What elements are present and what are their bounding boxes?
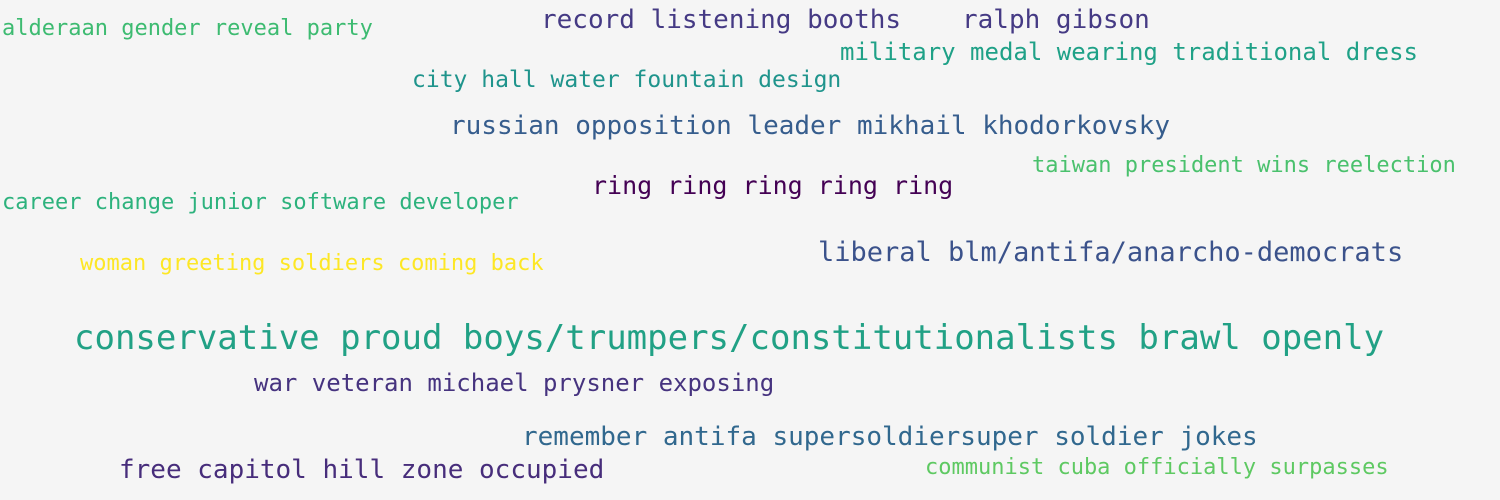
phrase-ring-ring-ring-ring-ring: ring ring ring ring ring [592,171,954,200]
phrase-taiwan-president-wins-reelection: taiwan president wins reelection [1032,153,1456,178]
phrase-career-change-junior-software-developer: career change junior software developer [2,190,519,215]
word-cloud: alderaan gender reveal party record list… [0,0,1500,500]
phrase-liberal-blm-antifa-anarcho-democrats: liberal blm/antifa/anarcho-democrats [818,237,1404,268]
phrase-russian-opposition-leader-mikhail-khodorkovsky: russian opposition leader mikhail khodor… [450,111,1171,141]
phrase-conservative-proud-boys-brawl-openly: conservative proud boys/trumpers/constit… [74,318,1385,358]
phrase-alderaan-gender-reveal-party: alderaan gender reveal party [2,16,373,41]
phrase-war-veteran-michael-prysner-exposing: war veteran michael prysner exposing [254,369,775,397]
phrase-woman-greeting-soldiers-coming-back: woman greeting soldiers coming back [80,251,544,276]
phrase-communist-cuba-officially-surpasses: communist cuba officially surpasses [925,455,1389,480]
phrase-military-medal-wearing-traditional-dress: military medal wearing traditional dress [840,38,1418,66]
phrase-city-hall-water-fountain-design: city hall water fountain design [412,67,842,93]
phrase-remember-antifa-supersoldier-jokes: remember antifa supersoldiersuper soldie… [522,422,1258,452]
phrase-free-capitol-hill-zone-occupied: free capitol hill zone occupied [119,455,605,485]
phrase-ralph-gibson: ralph gibson [962,5,1150,35]
phrase-record-listening-booths: record listening booths [541,5,902,35]
